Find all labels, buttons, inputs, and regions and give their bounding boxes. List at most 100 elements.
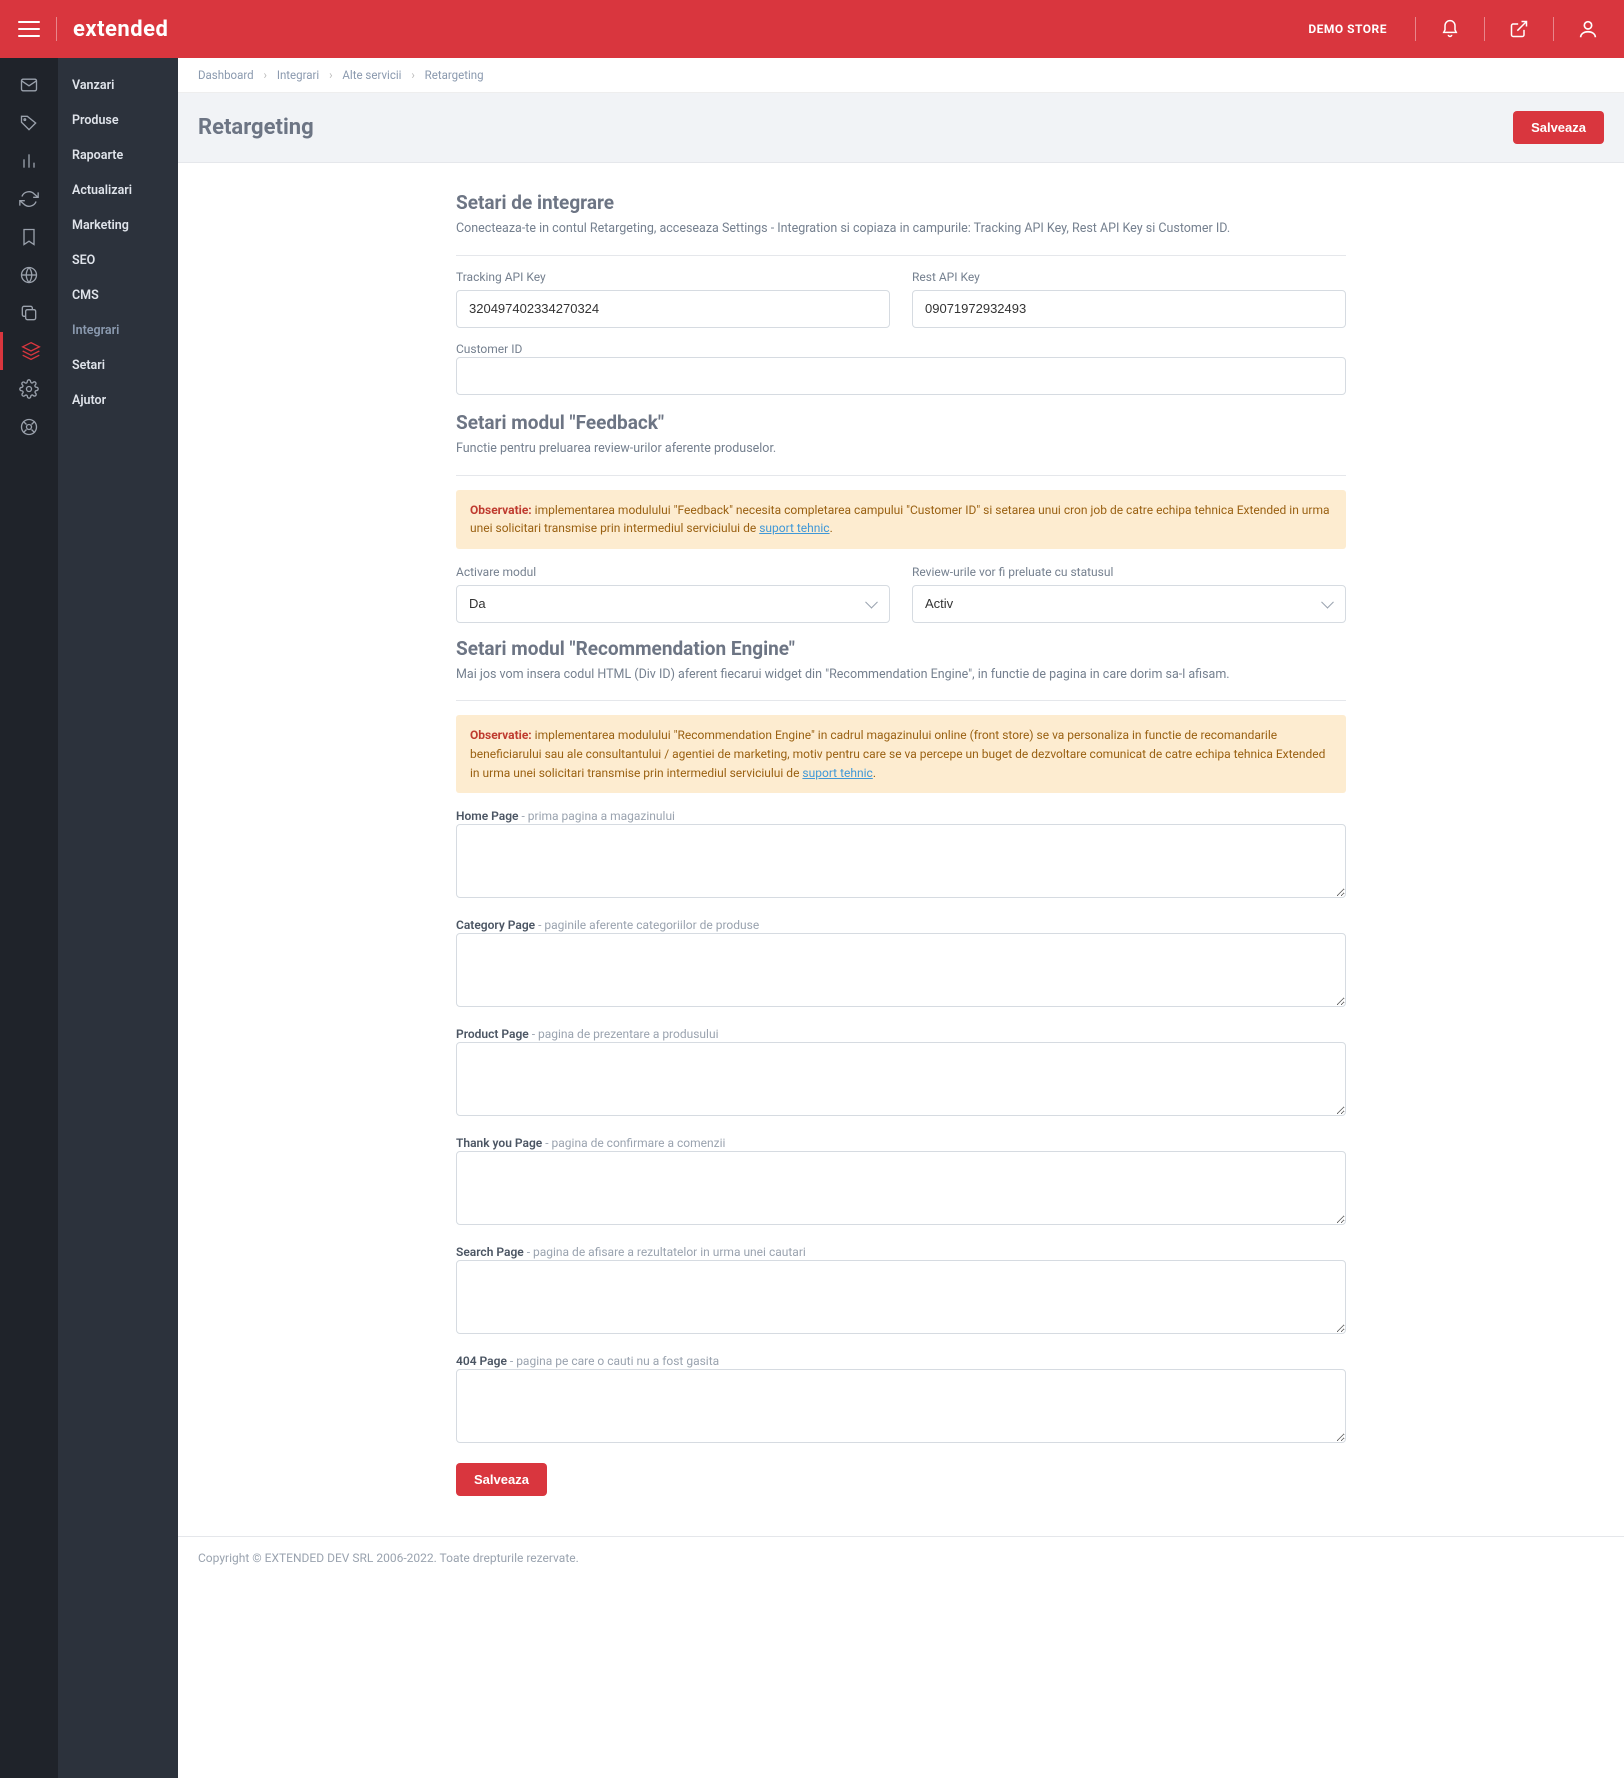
iconbar-produse[interactable]: [0, 104, 58, 142]
sidebar-item-produse[interactable]: Produse: [58, 103, 178, 138]
review-status-select[interactable]: Activ: [912, 585, 1346, 623]
iconbar-seo[interactable]: [0, 256, 58, 294]
recommendation-alert: Observatie: implementarea modulului "Rec…: [456, 715, 1346, 793]
breadcrumb-dashboard[interactable]: Dashboard: [198, 68, 254, 82]
bookmark-icon: [19, 227, 39, 247]
page-title: Retargeting: [198, 115, 314, 140]
404-page-label: 404 Page - pagina pe care o cauti nu a f…: [456, 1354, 719, 1368]
section-integration-desc: Conecteaza-te in contul Retargeting, acc…: [456, 220, 1346, 239]
sidebar-item-rapoarte[interactable]: Rapoarte: [58, 138, 178, 173]
alert-text: implementarea modulului "Feedback" neces…: [470, 503, 1330, 536]
menu-toggle-button[interactable]: [18, 18, 40, 40]
section-feedback-desc: Functie pentru preluarea review-urilor a…: [456, 440, 1346, 459]
content: Setari de integrare Conecteaza-te in con…: [436, 163, 1366, 1536]
sidebar-item-vanzari[interactable]: Vanzari: [58, 68, 178, 103]
feedback-alert: Observatie: implementarea modulului "Fee…: [456, 490, 1346, 549]
save-button-top[interactable]: Salveaza: [1513, 111, 1604, 144]
rest-api-key-label: Rest API Key: [912, 270, 1346, 284]
user-icon: [1577, 18, 1599, 40]
alert-bold: Observatie:: [470, 503, 532, 517]
store-name[interactable]: DEMO STORE: [1308, 22, 1387, 36]
sidebar-item-setari[interactable]: Setari: [58, 348, 178, 383]
breadcrumb-retargeting: Retargeting: [425, 68, 484, 82]
alert-end: .: [830, 521, 833, 535]
divider: [1415, 17, 1416, 41]
review-status-label: Review-urile vor fi preluate cu statusul: [912, 565, 1346, 579]
help-icon: [19, 417, 39, 437]
home-page-textarea[interactable]: [456, 824, 1346, 898]
iconbar-actualizari[interactable]: [0, 180, 58, 218]
breadcrumb: Dashboard › Integrari › Alte servicii › …: [178, 58, 1624, 93]
support-link[interactable]: suport tehnic: [759, 521, 829, 535]
home-page-label: Home Page - prima pagina a magazinului: [456, 809, 675, 823]
tracking-api-key-label: Tracking API Key: [456, 270, 890, 284]
product-page-textarea[interactable]: [456, 1042, 1346, 1116]
category-page-textarea[interactable]: [456, 933, 1346, 1007]
customer-id-input[interactable]: [456, 357, 1346, 395]
sidebar-item-integrari[interactable]: Integrari: [58, 313, 178, 348]
divider: [456, 255, 1346, 256]
chevron-right-icon: ›: [329, 68, 332, 82]
search-page-label: Search Page - pagina de afisare a rezult…: [456, 1245, 806, 1259]
breadcrumb-alte-servicii[interactable]: Alte servicii: [342, 68, 401, 82]
sidebar-item-seo[interactable]: SEO: [58, 243, 178, 278]
alert-bold: Observatie:: [470, 728, 532, 742]
iconbar-cms[interactable]: [0, 294, 58, 332]
sidebar-item-marketing[interactable]: Marketing: [58, 208, 178, 243]
chart-icon: [19, 151, 39, 171]
external-link-icon: [1509, 19, 1529, 39]
thankyou-page-textarea[interactable]: [456, 1151, 1346, 1225]
section-recommendation-title: Setari modul "Recommendation Engine": [456, 637, 1346, 660]
chevron-right-icon: ›: [263, 68, 266, 82]
bell-icon: [1440, 19, 1460, 39]
sidebar-item-actualizari[interactable]: Actualizari: [58, 173, 178, 208]
404-page-textarea[interactable]: [456, 1369, 1346, 1443]
support-link[interactable]: suport tehnic: [802, 766, 872, 780]
section-integration-title: Setari de integrare: [456, 191, 1346, 214]
page-header: Retargeting Salveaza: [178, 93, 1624, 163]
iconbar-setari[interactable]: [0, 370, 58, 408]
tag-icon: [19, 113, 39, 133]
external-link-button[interactable]: [1501, 11, 1537, 47]
topbar: extended DEMO STORE: [0, 0, 1624, 58]
customer-id-label: Customer ID: [456, 342, 522, 356]
gear-icon: [19, 379, 39, 399]
tracking-api-key-input[interactable]: [456, 290, 890, 328]
profile-button[interactable]: [1570, 11, 1606, 47]
notifications-button[interactable]: [1432, 11, 1468, 47]
thankyou-page-label: Thank you Page - pagina de confirmare a …: [456, 1136, 725, 1150]
sidebar-item-cms[interactable]: CMS: [58, 278, 178, 313]
globe-icon: [19, 265, 39, 285]
iconbar: [0, 58, 58, 1778]
rest-api-key-input[interactable]: [912, 290, 1346, 328]
iconbar-ajutor[interactable]: [0, 408, 58, 446]
divider: [56, 17, 57, 41]
divider: [1553, 17, 1554, 41]
search-page-textarea[interactable]: [456, 1260, 1346, 1334]
divider: [1484, 17, 1485, 41]
footer-text: Copyright © EXTENDED DEV SRL 2006-2022. …: [198, 1551, 579, 1565]
product-page-label: Product Page - pagina de prezentare a pr…: [456, 1027, 719, 1041]
iconbar-rapoarte[interactable]: [0, 142, 58, 180]
logo: extended: [73, 17, 168, 42]
copy-icon: [19, 303, 39, 323]
iconbar-marketing[interactable]: [0, 218, 58, 256]
breadcrumb-integrari[interactable]: Integrari: [277, 68, 319, 82]
mail-icon: [19, 75, 39, 95]
iconbar-vanzari[interactable]: [0, 66, 58, 104]
divider: [456, 475, 1346, 476]
footer: Copyright © EXTENDED DEV SRL 2006-2022. …: [178, 1536, 1624, 1579]
alert-end: .: [873, 766, 876, 780]
activate-module-label: Activare modul: [456, 565, 890, 579]
main: Dashboard › Integrari › Alte servicii › …: [178, 58, 1624, 1778]
sidebar-item-ajutor[interactable]: Ajutor: [58, 383, 178, 418]
save-button-bottom[interactable]: Salveaza: [456, 1463, 547, 1496]
category-page-label: Category Page - paginile aferente catego…: [456, 918, 759, 932]
alert-text: implementarea modulului "Recommendation …: [470, 728, 1325, 779]
chevron-right-icon: ›: [411, 68, 414, 82]
activate-module-select[interactable]: Da: [456, 585, 890, 623]
layers-icon: [21, 341, 41, 361]
sidebar: Vanzari Produse Rapoarte Actualizari Mar…: [58, 58, 178, 1778]
iconbar-integrari[interactable]: [0, 332, 58, 370]
section-feedback-title: Setari modul "Feedback": [456, 411, 1346, 434]
